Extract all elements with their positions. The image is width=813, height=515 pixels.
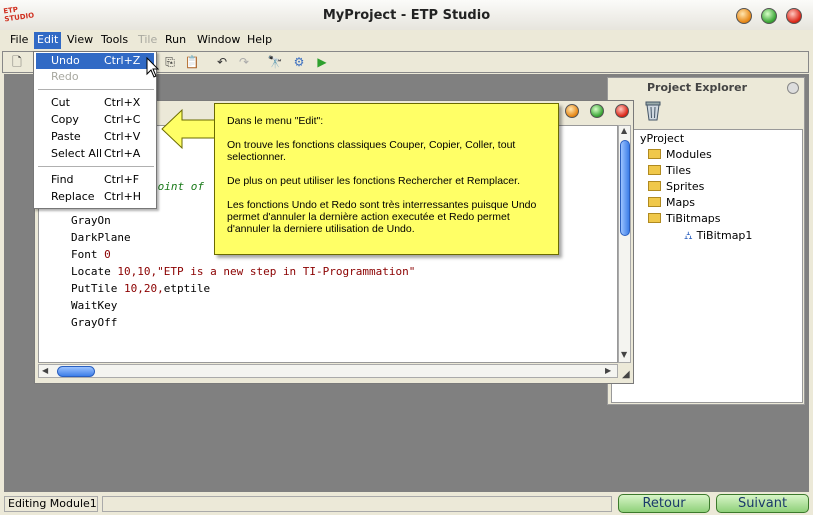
resize-grip-icon[interactable]: ◢: [622, 369, 630, 380]
code-line: GrayOff: [71, 316, 118, 329]
scroll-right-icon[interactable]: ▶: [605, 366, 611, 375]
menu-edit[interactable]: Edit: [34, 32, 62, 49]
tutorial-callout: Dans le menu "Edit": On trouve les fonct…: [214, 103, 559, 255]
tree-item-tiles[interactable]: Tiles: [648, 164, 691, 178]
folder-icon: [648, 197, 661, 207]
code-line: PutTile 10,20,etptile: [71, 282, 211, 295]
callout-text: On trouve les fonctions classiques Coupe…: [227, 139, 516, 163]
tree-item-sprites[interactable]: Sprites: [648, 180, 704, 194]
menu-view[interactable]: View: [64, 32, 96, 49]
menu-bar: File Edit View Tools Tile Run Window Hel…: [0, 30, 813, 50]
status-bar: Editing Module1 Retour Suivant: [0, 493, 813, 515]
settings-icon[interactable]: ⚙: [290, 54, 308, 70]
menu-tools[interactable]: Tools: [98, 32, 131, 49]
editor-close-button[interactable]: [615, 104, 629, 118]
menu-item-cut[interactable]: Cut Ctrl+X: [36, 95, 154, 111]
code-line: DarkPlane: [71, 231, 131, 244]
tree-item-modules[interactable]: Modules: [648, 148, 712, 162]
project-tree: yProject Modules Tiles Sprites Maps TiBi…: [611, 129, 803, 403]
editor-maximize-button[interactable]: [590, 104, 604, 118]
copy-icon[interactable]: ⎘: [161, 54, 179, 70]
menu-item-select-all[interactable]: Select All Ctrl+A: [36, 146, 154, 162]
menu-item-redo[interactable]: Redo: [36, 69, 154, 85]
menu-help[interactable]: Help: [244, 32, 275, 49]
edit-menu-dropdown: Undo Ctrl+Z Redo Cut Ctrl+X Copy Ctrl+C Pas…: [33, 51, 157, 209]
editor-minimize-button[interactable]: [565, 104, 579, 118]
menu-item-replace[interactable]: Replace Ctrl+H: [36, 189, 154, 205]
folder-icon: [648, 181, 661, 191]
menu-separator: [38, 89, 154, 90]
code-line: WaitKey: [71, 299, 118, 312]
scroll-left-icon[interactable]: ◀: [42, 366, 48, 375]
new-file-icon[interactable]: 🗋: [8, 54, 26, 70]
tree-item-maps[interactable]: Maps: [648, 196, 695, 210]
menu-item-find[interactable]: Find Ctrl+F: [36, 172, 154, 188]
vertical-scrollbar[interactable]: ▲ ▼: [618, 125, 631, 363]
back-button[interactable]: Retour: [618, 494, 710, 513]
horizontal-scrollbar[interactable]: ◀ ▶: [38, 364, 618, 378]
code-line: Font 0: [71, 248, 111, 261]
code-line: Locate 10,10,"ETP is a new step in TI-Pr…: [71, 265, 416, 278]
callout-text: Dans le menu "Edit":: [227, 115, 324, 127]
status-panel: [102, 496, 612, 512]
run-icon[interactable]: ▶: [313, 54, 331, 70]
window-title: MyProject - ETP Studio: [322, 8, 491, 23]
callout-text: Les fonctions Undo et Redo sont très int…: [227, 199, 537, 235]
menu-item-paste[interactable]: Paste Ctrl+V: [36, 129, 154, 145]
horizontal-scroll-thumb[interactable]: [57, 366, 95, 377]
scroll-down-icon[interactable]: ▼: [621, 350, 627, 359]
callout-arrow: [161, 108, 217, 150]
bitmap-icon: ⛼: [684, 229, 693, 242]
folder-icon: [648, 149, 661, 159]
mouse-cursor-icon: [146, 57, 160, 78]
code-line: GrayOn: [71, 214, 111, 227]
paste-icon[interactable]: 📋: [183, 54, 201, 70]
minimize-button[interactable]: [736, 8, 752, 24]
title-bar: ETP STUDIO MyProject - ETP Studio: [0, 0, 813, 32]
menu-window[interactable]: Window: [194, 32, 243, 49]
maximize-button[interactable]: [761, 8, 777, 24]
code-comment: point of: [151, 180, 204, 193]
undo-icon[interactable]: ↶: [213, 54, 231, 70]
callout-text: De plus on peut utiliser les fonctions R…: [227, 175, 520, 187]
scroll-up-icon[interactable]: ▲: [621, 126, 627, 135]
next-button[interactable]: Suivant: [716, 494, 809, 513]
trash-icon[interactable]: [644, 99, 662, 121]
tree-root[interactable]: yProject: [640, 132, 684, 146]
tree-item-tibitmap1[interactable]: ⛼ TiBitmap1: [684, 229, 752, 243]
project-explorer-title: Project Explorer: [646, 81, 747, 94]
find-icon[interactable]: 🔭: [266, 54, 284, 70]
status-text: Editing Module1: [4, 496, 98, 512]
menu-tile[interactable]: Tile: [135, 32, 160, 49]
redo-icon[interactable]: ↷: [235, 54, 253, 70]
vertical-scroll-thumb[interactable]: [620, 140, 630, 236]
folder-icon: [648, 213, 661, 223]
menu-item-copy[interactable]: Copy Ctrl+C: [36, 112, 154, 128]
menu-file[interactable]: File: [7, 32, 31, 49]
folder-icon: [648, 165, 661, 175]
project-explorer: Project Explorer yProject Modules Tiles …: [607, 77, 805, 405]
panel-close-icon[interactable]: [787, 82, 799, 94]
menu-run[interactable]: Run: [162, 32, 189, 49]
close-button[interactable]: [786, 8, 802, 24]
tree-item-tibitmaps[interactable]: TiBitmaps: [648, 212, 721, 226]
menu-separator: [38, 166, 154, 167]
menu-item-undo[interactable]: Undo Ctrl+Z: [36, 53, 154, 69]
